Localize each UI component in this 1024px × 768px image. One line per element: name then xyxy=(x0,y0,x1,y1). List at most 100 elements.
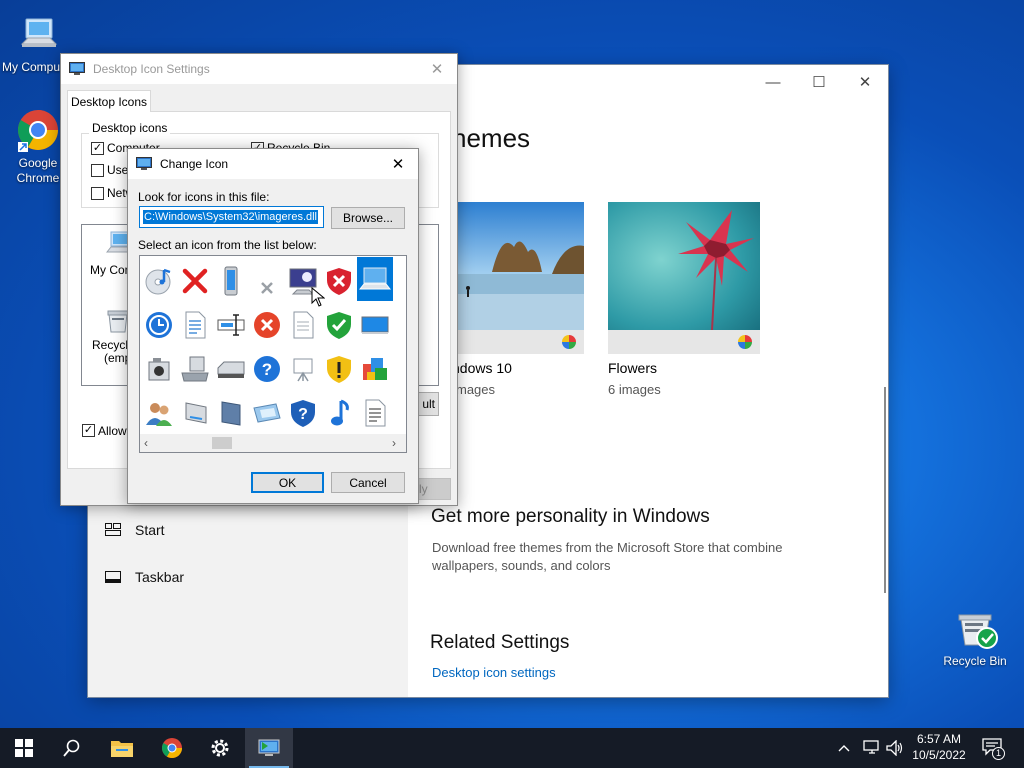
small-x-icon[interactable] xyxy=(249,263,285,307)
nav-item-label: Taskbar xyxy=(135,569,185,585)
taskbar: 6:57 AM 10/5/2022 1 xyxy=(0,728,1024,768)
minimize-button[interactable]: — xyxy=(750,71,796,93)
file-path-value: C:\Windows\System32\imageres.dll xyxy=(143,210,319,224)
user-files-checkbox[interactable] xyxy=(91,164,104,177)
display-settings-icon xyxy=(69,62,85,76)
computer-icon xyxy=(0,10,76,58)
document-text-icon[interactable] xyxy=(177,303,213,347)
drive-computer-icon[interactable] xyxy=(177,347,213,391)
tab-desktop-icons[interactable]: Desktop Icons xyxy=(67,90,151,112)
maximize-button[interactable]: ☐ xyxy=(796,71,842,93)
dialog-titlebar: Change Icon ✕ xyxy=(128,149,418,179)
look-for-label: Look for icons in this file: xyxy=(138,190,270,204)
cd-music-icon[interactable] xyxy=(141,259,177,303)
desktop-icon-recycle-bin[interactable]: Recycle Bin xyxy=(937,604,1013,669)
allow-themes-checkbox[interactable]: ✓ xyxy=(82,424,95,437)
dialog-title: Change Icon xyxy=(160,157,229,171)
partial-icon[interactable] xyxy=(393,303,405,347)
volume-icon[interactable] xyxy=(886,739,904,759)
shield-warning-icon[interactable] xyxy=(321,347,357,391)
color-palette-icon xyxy=(738,335,752,349)
color-palette-icon xyxy=(562,335,576,349)
close-button[interactable]: ✕ xyxy=(417,54,457,84)
show-hidden-icons-chevron-icon[interactable] xyxy=(838,738,850,761)
dvd-case-icon[interactable] xyxy=(213,391,249,434)
theme-name: Flowers xyxy=(608,360,658,376)
camera-drive-icon[interactable] xyxy=(141,347,177,391)
programs-icon[interactable] xyxy=(357,347,393,391)
icon-list[interactable]: ? ? xyxy=(141,257,405,434)
svg-text:?: ? xyxy=(298,406,308,423)
apply-button[interactable]: ly xyxy=(417,478,451,500)
search-button[interactable] xyxy=(48,728,96,768)
cancel-button[interactable]: Cancel xyxy=(331,472,405,493)
taskbar-file-explorer[interactable] xyxy=(98,728,146,768)
action-center-button[interactable]: 1 xyxy=(982,738,1008,760)
button-label: Browse... xyxy=(342,211,393,225)
button-label: ly xyxy=(419,482,428,496)
clock-date: 10/5/2022 xyxy=(912,748,966,762)
section-title-related: Related Settings xyxy=(430,632,570,653)
taskbar-chrome[interactable] xyxy=(148,728,196,768)
close-button[interactable]: ✕ xyxy=(842,71,888,93)
drive-tilted-icon[interactable] xyxy=(177,391,213,434)
shield-check-icon[interactable] xyxy=(321,303,357,347)
phone-icon[interactable] xyxy=(213,259,249,303)
button-label: Cancel xyxy=(349,475,387,490)
select-icon-label: Select an icon from the list below: xyxy=(138,238,317,252)
dialog-titlebar: Desktop Icon Settings ✕ xyxy=(61,54,457,84)
svg-text:?: ? xyxy=(262,360,272,379)
desktop-icon-settings-link[interactable]: Desktop icon settings xyxy=(432,665,556,680)
list-partial-icon[interactable] xyxy=(393,391,405,434)
laptop-icon[interactable] xyxy=(357,257,393,301)
page-title: hemes xyxy=(452,123,531,153)
scrollbar[interactable] xyxy=(884,387,886,593)
network-checkbox[interactable] xyxy=(91,187,104,200)
media-frame-icon[interactable] xyxy=(249,391,285,434)
nav-item-taskbar[interactable]: Taskbar xyxy=(104,562,184,592)
computer-checkbox[interactable]: ✓ xyxy=(91,142,104,155)
scanner-icon[interactable] xyxy=(213,347,249,391)
button-label: OK xyxy=(278,475,297,490)
dialog-title: Desktop Icon Settings xyxy=(93,62,210,76)
clock[interactable]: 6:57 AM 10/5/2022 xyxy=(906,731,972,763)
display-settings-icon xyxy=(136,157,152,171)
button-label: ult xyxy=(422,397,435,411)
red-x-icon[interactable] xyxy=(177,259,213,303)
close-button[interactable]: ✕ xyxy=(378,149,418,179)
scroll-right-icon[interactable]: › xyxy=(392,436,396,450)
ok-button[interactable]: OK xyxy=(251,472,324,493)
theme-strip xyxy=(608,330,760,354)
browse-button[interactable]: Browse... xyxy=(331,207,405,229)
display-settings-icon xyxy=(258,739,280,756)
windows-logo-icon xyxy=(15,739,33,757)
presentation-icon[interactable] xyxy=(285,347,321,391)
error-circle-icon[interactable] xyxy=(249,303,285,347)
icon-list-scrollbar[interactable]: ‹ › xyxy=(140,434,406,452)
theme-count: 6 images xyxy=(608,382,661,397)
music-note-icon[interactable] xyxy=(321,391,357,434)
taskbar-settings[interactable] xyxy=(196,728,244,768)
gear-icon xyxy=(211,739,229,757)
shield-help-icon[interactable]: ? xyxy=(285,391,321,434)
start-button[interactable] xyxy=(0,728,48,768)
scroll-left-icon[interactable]: ‹ xyxy=(144,436,148,450)
file-path-input[interactable]: C:\Windows\System32\imageres.dll xyxy=(139,206,324,228)
rename-icon[interactable] xyxy=(213,303,249,347)
desktop-icon-label: Recycle Bin xyxy=(943,654,1007,668)
clock-restore-icon[interactable] xyxy=(141,303,177,347)
screen-partial-icon[interactable] xyxy=(393,259,405,303)
blue-screen-icon[interactable] xyxy=(357,303,393,347)
taskbar-display-settings[interactable] xyxy=(245,728,293,768)
taskbar-icon xyxy=(104,571,122,583)
help-circle-icon[interactable]: ? xyxy=(249,347,285,391)
text-document-icon[interactable] xyxy=(357,391,393,434)
shield-error-icon[interactable] xyxy=(321,259,357,303)
theme-name: ndows 10 xyxy=(452,360,512,376)
nav-item-start[interactable]: Start xyxy=(104,515,165,545)
folder-partial-icon[interactable] xyxy=(393,347,405,391)
scroll-thumb[interactable] xyxy=(212,437,232,449)
network-icon[interactable] xyxy=(863,740,881,759)
users-icon[interactable] xyxy=(141,391,177,434)
section-title-personality: Get more personality in Windows xyxy=(431,506,710,527)
